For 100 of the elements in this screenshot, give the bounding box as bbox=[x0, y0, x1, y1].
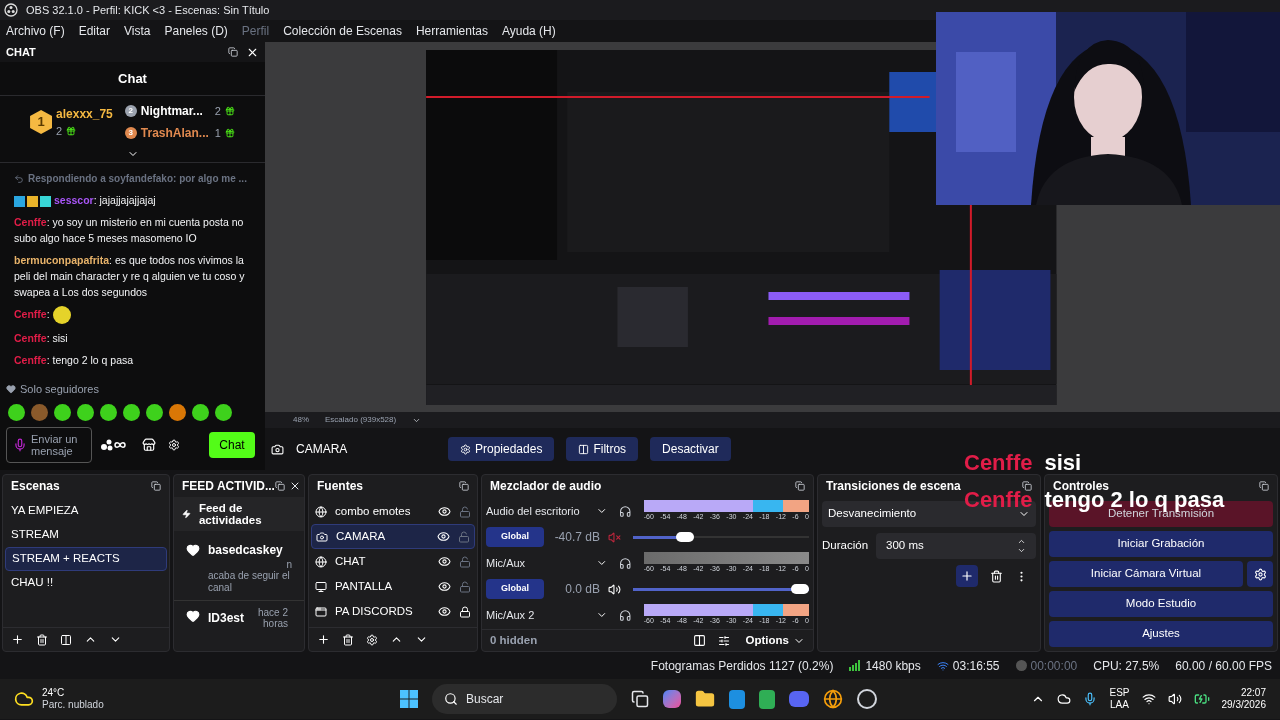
cloud-icon[interactable] bbox=[1057, 692, 1072, 706]
windows-start-icon[interactable] bbox=[400, 690, 418, 708]
delete-icon[interactable] bbox=[990, 569, 1003, 583]
visibility-icon[interactable] bbox=[438, 505, 451, 518]
emote-icon[interactable] bbox=[192, 403, 209, 421]
menu-item[interactable]: Ayuda (H) bbox=[501, 22, 556, 40]
wifi-icon[interactable] bbox=[1141, 692, 1156, 706]
microphone-icon[interactable] bbox=[13, 437, 27, 452]
spin-up-icon[interactable] bbox=[1017, 537, 1026, 546]
headphones-icon[interactable] bbox=[619, 556, 632, 570]
microphone-icon[interactable] bbox=[1083, 692, 1098, 706]
emote-icon[interactable] bbox=[8, 403, 25, 421]
slider-thumb[interactable] bbox=[675, 532, 694, 542]
folder-icon[interactable] bbox=[695, 689, 715, 709]
emote-icon[interactable] bbox=[77, 403, 94, 421]
source-item[interactable]: PA DISCORDS bbox=[311, 599, 475, 624]
store-icon[interactable] bbox=[142, 437, 156, 452]
chat-app-icon[interactable] bbox=[789, 691, 809, 707]
control-button[interactable]: Ajustes bbox=[1049, 621, 1273, 647]
settings-icon[interactable] bbox=[366, 633, 378, 646]
settings-button[interactable] bbox=[1247, 561, 1273, 587]
unlock-icon[interactable] bbox=[459, 505, 471, 518]
clock-time[interactable]: 22:07 bbox=[1240, 687, 1266, 699]
filters-icon[interactable] bbox=[60, 633, 72, 646]
lock-icon[interactable] bbox=[459, 605, 471, 618]
delete-icon[interactable] bbox=[342, 633, 354, 646]
global-button[interactable]: Global bbox=[486, 579, 544, 599]
undock-icon[interactable] bbox=[151, 481, 161, 491]
emote-icon[interactable] bbox=[123, 403, 140, 421]
source-toolbar-button[interactable]: Desactivar bbox=[650, 437, 731, 461]
scene-item[interactable]: STREAM + REACTS bbox=[5, 547, 167, 571]
undock-icon[interactable] bbox=[274, 481, 285, 491]
advanced-settings-icon[interactable] bbox=[717, 634, 730, 647]
visibility-icon[interactable] bbox=[438, 605, 451, 618]
send-chat-button[interactable]: Chat bbox=[209, 431, 255, 458]
source-toolbar-button[interactable]: Propiedades bbox=[448, 437, 555, 461]
volume-slider[interactable] bbox=[633, 584, 809, 594]
emote-icon[interactable] bbox=[100, 403, 117, 421]
source-toolbar-button[interactable]: Filtros bbox=[566, 437, 639, 461]
taskbar-search-field[interactable]: Buscar bbox=[432, 684, 617, 714]
source-item[interactable]: CHAT bbox=[311, 549, 475, 574]
scene-item[interactable]: CHAU !! bbox=[5, 571, 167, 595]
global-button[interactable]: Global bbox=[486, 527, 544, 547]
add-transition-button[interactable] bbox=[956, 565, 978, 587]
slider-thumb[interactable] bbox=[791, 584, 809, 594]
control-button[interactable]: Iniciar Grabación bbox=[1049, 531, 1273, 557]
visibility-icon[interactable] bbox=[438, 555, 451, 568]
source-item[interactable]: PANTALLA bbox=[311, 574, 475, 599]
undock-icon[interactable] bbox=[228, 47, 238, 57]
unlock-icon[interactable] bbox=[458, 530, 470, 543]
undock-icon[interactable] bbox=[1022, 481, 1032, 491]
spin-down-icon[interactable] bbox=[1017, 546, 1026, 555]
muted-speaker-icon[interactable] bbox=[608, 530, 621, 544]
keyboard-layout[interactable]: LAA bbox=[1110, 699, 1129, 711]
menu-item[interactable]: Paneles (D) bbox=[164, 22, 228, 40]
volume-slider[interactable] bbox=[633, 532, 809, 542]
headphones-icon[interactable] bbox=[619, 608, 632, 622]
emote-icon[interactable] bbox=[215, 403, 232, 421]
language-code[interactable]: ESP bbox=[1109, 687, 1130, 699]
message-input[interactable]: Enviar un mensaje bbox=[6, 426, 92, 463]
unlock-icon[interactable] bbox=[459, 580, 471, 593]
settings-icon[interactable] bbox=[168, 438, 180, 451]
undock-icon[interactable] bbox=[795, 481, 805, 491]
speaker-icon[interactable] bbox=[608, 582, 621, 596]
clock-date[interactable]: 29/3/2026 bbox=[1221, 699, 1266, 711]
scene-item[interactable]: STREAM bbox=[5, 523, 167, 547]
layout-icon[interactable] bbox=[692, 634, 706, 647]
emote-icon[interactable] bbox=[146, 403, 163, 421]
undock-icon[interactable] bbox=[459, 481, 469, 491]
volume-icon[interactable] bbox=[1167, 692, 1182, 706]
duration-field[interactable]: 300 ms bbox=[876, 533, 1036, 559]
control-button[interactable]: Modo Estudio bbox=[1049, 591, 1273, 617]
scene-item[interactable]: YA EMPIEZA bbox=[5, 499, 167, 523]
menu-item[interactable]: Herramientas bbox=[415, 22, 488, 40]
menu-item[interactable]: Editar bbox=[78, 22, 111, 40]
unlock-icon[interactable] bbox=[459, 555, 471, 568]
emote-dots-icon[interactable] bbox=[100, 437, 126, 452]
options-menu[interactable]: Options bbox=[745, 631, 805, 650]
emote-icon[interactable] bbox=[169, 403, 186, 421]
zoom-level[interactable]: 48% bbox=[293, 414, 309, 426]
browser-icon[interactable] bbox=[823, 689, 843, 709]
add-icon[interactable] bbox=[317, 633, 330, 646]
visibility-icon[interactable] bbox=[438, 580, 451, 593]
add-icon[interactable] bbox=[11, 633, 24, 646]
source-item[interactable]: combo emotes bbox=[311, 499, 475, 524]
recorder-app-icon[interactable] bbox=[857, 689, 877, 709]
menu-item[interactable]: Archivo (F) bbox=[6, 22, 65, 40]
source-item[interactable]: CAMARA bbox=[311, 524, 475, 549]
delete-icon[interactable] bbox=[36, 633, 48, 646]
visibility-icon[interactable] bbox=[437, 530, 450, 543]
control-button[interactable]: Iniciar Cámara Virtual bbox=[1049, 561, 1243, 587]
emote-icon[interactable] bbox=[54, 403, 71, 421]
menu-item[interactable]: Colección de Escenas bbox=[283, 22, 402, 40]
battery-icon[interactable] bbox=[1193, 691, 1210, 707]
task-view-icon[interactable] bbox=[631, 690, 649, 708]
weather-icon[interactable] bbox=[14, 689, 34, 709]
spreadsheet-app-icon[interactable] bbox=[759, 689, 775, 709]
headphones-icon[interactable] bbox=[619, 504, 632, 518]
document-app-icon[interactable] bbox=[729, 689, 745, 709]
menu-item[interactable]: Vista bbox=[124, 22, 151, 40]
